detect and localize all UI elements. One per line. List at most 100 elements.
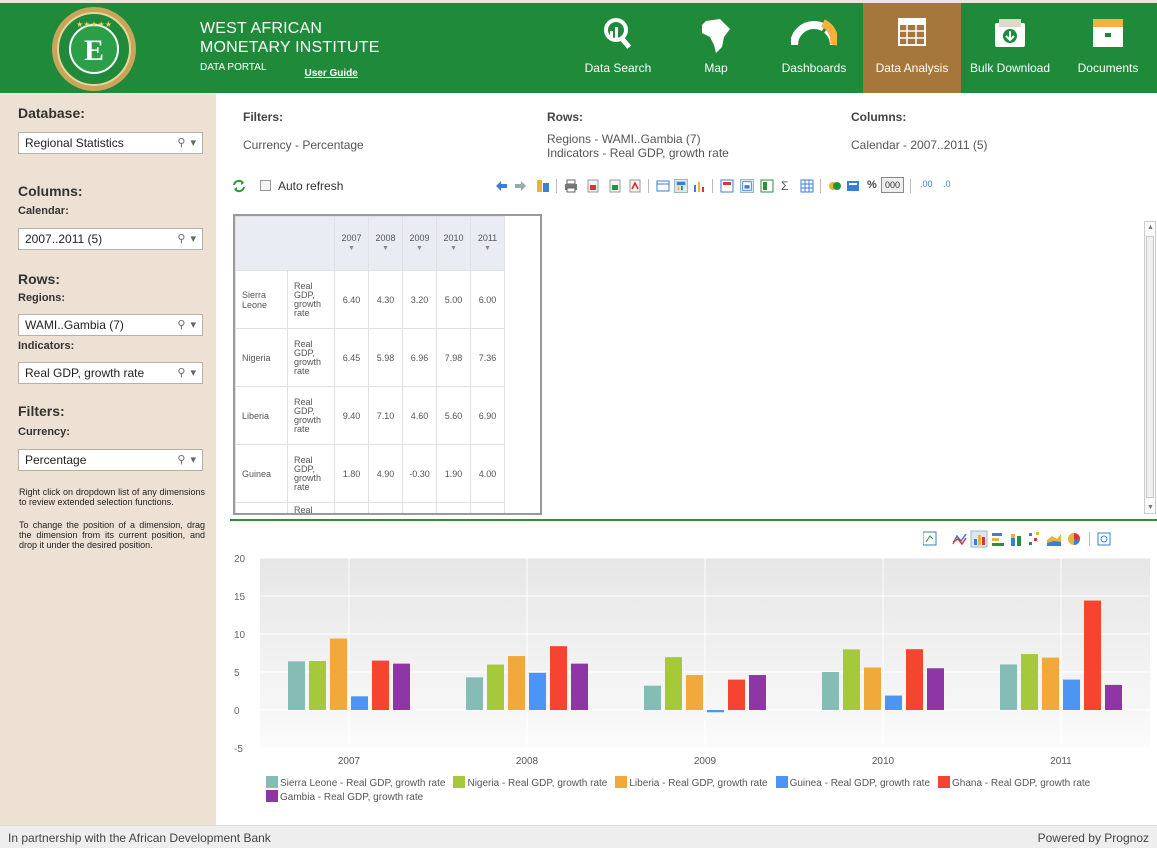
- increase-decimals-button[interactable]: .00: [920, 179, 933, 189]
- value-cell[interactable]: 5.00: [436, 270, 471, 329]
- indicator-cell[interactable]: Real: [287, 502, 335, 513]
- area-chart-icon[interactable]: [1047, 534, 1061, 546]
- search-icon[interactable]: ⚲: [177, 453, 185, 466]
- value-cell[interactable]: 4.30: [368, 270, 403, 329]
- table-view-icon[interactable]: [656, 179, 670, 193]
- column-header-year[interactable]: 2009 ▼: [402, 216, 437, 271]
- currency-select[interactable]: Percentage ⚲ ▾: [18, 449, 203, 471]
- nav-dashboards[interactable]: Dashboards: [765, 3, 863, 93]
- region-cell[interactable]: Guinea: [235, 444, 288, 503]
- chart-view-icon[interactable]: [692, 179, 706, 193]
- value-cell[interactable]: [436, 502, 471, 513]
- splitter[interactable]: [230, 519, 1157, 521]
- layout-icon-2[interactable]: [740, 179, 754, 193]
- legend-item[interactable]: Sierra Leone - Real GDP, growth rate: [266, 776, 445, 790]
- legend-item[interactable]: Liberia - Real GDP, growth rate: [615, 776, 768, 790]
- sort-arrow-icon[interactable]: ▼: [437, 245, 470, 252]
- region-cell[interactable]: Nigeria: [235, 328, 288, 387]
- value-cell[interactable]: [368, 502, 403, 513]
- grid-lines-icon[interactable]: [800, 179, 814, 193]
- layout-icon-3[interactable]: [760, 179, 774, 193]
- sort-arrow-icon[interactable]: ▼: [369, 245, 402, 252]
- chevron-down-icon[interactable]: ▾: [190, 232, 196, 245]
- indicator-cell[interactable]: Real GDP, growth rate: [287, 328, 335, 387]
- layout-icon-1[interactable]: [720, 179, 734, 193]
- forward-arrow-icon[interactable]: [514, 179, 528, 193]
- column-header-year[interactable]: 2011 ▼: [470, 216, 505, 271]
- pie-chart-icon[interactable]: [1068, 533, 1080, 545]
- value-cell[interactable]: 4.00: [470, 444, 505, 503]
- chart-settings-icon[interactable]: [923, 531, 937, 546]
- bar-chart-icon[interactable]: [970, 530, 988, 548]
- chevron-down-icon[interactable]: ▾: [190, 318, 196, 331]
- value-cell[interactable]: 7.10: [368, 386, 403, 445]
- legend-item[interactable]: Ghana - Real GDP, growth rate: [938, 776, 1090, 790]
- region-cell[interactable]: [235, 502, 288, 513]
- column-header-year[interactable]: 2007 ▼: [334, 216, 369, 271]
- table-chart-view-icon[interactable]: [674, 179, 688, 193]
- nav-map[interactable]: Map: [667, 3, 765, 93]
- auto-refresh-checkbox[interactable]: [260, 180, 271, 191]
- zoom-chart-icon[interactable]: [1097, 532, 1111, 546]
- data-grid[interactable]: 2007 ▼ 2008 ▼ 2009 ▼ 2010 ▼ 2011 ▼ Sierra Leo…: [233, 214, 542, 515]
- value-cell[interactable]: 9.40: [334, 386, 369, 445]
- print-icon[interactable]: [564, 179, 578, 193]
- column-header-year[interactable]: 2008 ▼: [368, 216, 403, 271]
- stacked-bar-chart-icon[interactable]: [1011, 534, 1021, 546]
- value-cell[interactable]: 3.20: [402, 270, 437, 329]
- scatter-chart-icon[interactable]: [1029, 532, 1039, 545]
- value-cell[interactable]: 6.45: [334, 328, 369, 387]
- value-cell[interactable]: [402, 502, 437, 513]
- legend-item[interactable]: Guinea - Real GDP, growth rate: [775, 776, 930, 790]
- value-cell[interactable]: 7.98: [436, 328, 471, 387]
- nav-bulk-download[interactable]: Bulk Download: [961, 3, 1059, 93]
- nav-data-search[interactable]: Data Search: [569, 3, 667, 93]
- value-cell[interactable]: 6.90: [470, 386, 505, 445]
- regions-select[interactable]: WAMI..Gambia (7) ⚲ ▾: [18, 314, 203, 336]
- pivot-icon[interactable]: [536, 179, 550, 193]
- value-cell[interactable]: -0.30: [402, 444, 437, 503]
- percent-button[interactable]: %: [867, 179, 877, 191]
- region-cell[interactable]: Sierra Leone: [235, 270, 288, 329]
- back-arrow-icon[interactable]: [494, 179, 508, 193]
- legend-item[interactable]: Nigeria - Real GDP, growth rate: [453, 776, 607, 790]
- nav-documents[interactable]: Documents: [1059, 3, 1157, 93]
- value-cell[interactable]: 6.96: [402, 328, 437, 387]
- sort-arrow-icon[interactable]: ▼: [335, 245, 368, 252]
- currency-icon[interactable]: [828, 179, 842, 193]
- indicator-cell[interactable]: Real GDP, growth rate: [287, 444, 335, 503]
- value-cell[interactable]: 1.80: [334, 444, 369, 503]
- scrollbar-thumb[interactable]: [1146, 236, 1154, 498]
- horizontal-bar-chart-icon[interactable]: [992, 533, 1004, 546]
- refresh-icon[interactable]: [232, 179, 246, 193]
- value-cell[interactable]: 1.90: [436, 444, 471, 503]
- value-cell[interactable]: 6.40: [334, 270, 369, 329]
- scroll-up-icon[interactable]: ▲: [1147, 224, 1154, 231]
- indicator-cell[interactable]: Real GDP, growth rate: [287, 386, 335, 445]
- scroll-down-icon[interactable]: ▼: [1147, 504, 1154, 511]
- vertical-scrollbar[interactable]: ▲ ▼: [1144, 221, 1156, 514]
- legend-item[interactable]: Gambia - Real GDP, growth rate: [266, 790, 423, 804]
- chevron-down-icon[interactable]: ▾: [190, 136, 196, 149]
- nav-data-analysis[interactable]: Data Analysis: [863, 3, 961, 93]
- wami-logo[interactable]: E ★★★★★: [33, 5, 155, 93]
- value-cell[interactable]: 5.98: [368, 328, 403, 387]
- sum-icon[interactable]: Σ: [781, 179, 788, 193]
- value-cell[interactable]: 7.36: [470, 328, 505, 387]
- decrease-decimals-button[interactable]: .0: [943, 179, 951, 189]
- value-cell[interactable]: [470, 502, 505, 513]
- footer-powered-by[interactable]: Powered by Prognoz: [1038, 831, 1149, 845]
- user-guide-link[interactable]: User Guide: [305, 68, 358, 79]
- search-icon[interactable]: ⚲: [177, 366, 185, 379]
- format-icon[interactable]: [846, 179, 860, 193]
- value-cell[interactable]: 4.60: [402, 386, 437, 445]
- indicator-cell[interactable]: Real GDP, growth rate: [287, 270, 335, 329]
- value-cell[interactable]: [334, 502, 369, 513]
- thousands-button[interactable]: 000: [881, 177, 905, 193]
- excel-export-icon[interactable]: [608, 179, 622, 193]
- search-icon[interactable]: ⚲: [177, 318, 185, 331]
- column-header-year[interactable]: 2010 ▼: [436, 216, 471, 271]
- chevron-down-icon[interactable]: ▾: [190, 453, 196, 466]
- chevron-down-icon[interactable]: ▾: [190, 366, 196, 379]
- search-icon[interactable]: ⚲: [177, 136, 185, 149]
